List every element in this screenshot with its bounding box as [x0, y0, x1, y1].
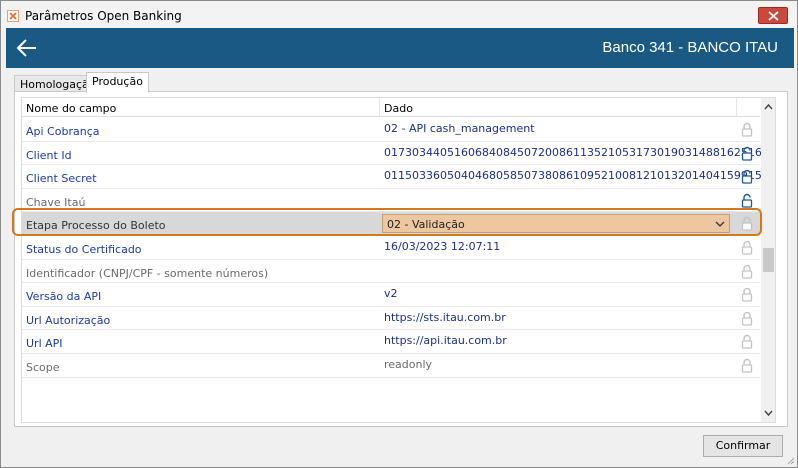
lock-icon[interactable]	[740, 287, 754, 302]
tab-panel: Nome do campo Dado Api Cobrança 02 - API …	[14, 91, 788, 427]
table-row[interactable]: Status do Certificado 16/03/2023 12:07:11	[22, 236, 760, 260]
lock-icon[interactable]	[740, 334, 754, 350]
field-value: 0115033605040468058507380861095210081210…	[384, 169, 776, 183]
scrollbar-thumb[interactable]	[763, 248, 774, 272]
lock-icon[interactable]	[740, 122, 754, 137]
resize-grip-icon[interactable]	[785, 455, 795, 465]
lock-icon[interactable]	[740, 240, 754, 255]
arrow-left-icon[interactable]	[16, 38, 38, 58]
field-name: Chave Itaú	[26, 195, 86, 209]
scroll-down-icon[interactable]	[761, 406, 776, 420]
table-row[interactable]: Api Cobrança 02 - API cash_management	[22, 118, 760, 142]
field-value: 16/03/2023 12:07:11	[384, 240, 501, 253]
field-value: v2	[384, 287, 398, 301]
field-name: Client Secret	[26, 172, 97, 186]
lock-icon[interactable]	[740, 311, 754, 326]
app-logo-icon	[7, 10, 19, 22]
table-row[interactable]: Etapa Processo do Boleto 02 - Validação	[22, 212, 760, 236]
field-name: Etapa Processo do Boleto	[26, 219, 166, 233]
field-name: Url Autorização	[26, 313, 111, 327]
lock-icon[interactable]	[740, 358, 754, 373]
column-header-value: Dado	[384, 102, 413, 115]
title-bar: Parâmetros Open Banking	[1, 1, 797, 31]
field-value: 0173034405160684084507200861135210531730…	[384, 145, 776, 159]
field-name: Api Cobrança	[26, 125, 100, 138]
close-icon[interactable]	[758, 7, 788, 24]
dropdown-selected-value: 02 - Validação	[387, 218, 465, 232]
field-name: Url API	[26, 337, 63, 351]
open-banking-window: Parâmetros Open Banking Banco 341 - BANC…	[0, 0, 798, 468]
window-title: Parâmetros Open Banking	[25, 9, 182, 23]
scroll-up-icon[interactable]	[761, 100, 776, 114]
confirm-button[interactable]: Confirmar	[703, 435, 783, 457]
field-value: 02 - API cash_management	[384, 122, 535, 135]
vertical-scrollbar[interactable]	[761, 98, 776, 422]
bank-title: Banco 341 - BANCO ITAU	[602, 39, 778, 56]
unlock-icon[interactable]	[740, 146, 754, 161]
field-name: Versão da API	[26, 290, 102, 304]
field-name: Client Id	[26, 148, 72, 162]
tab-producao[interactable]: Produção	[86, 72, 149, 93]
column-divider	[736, 98, 737, 117]
field-name: Scope	[26, 361, 60, 374]
field-name: Identificador (CNPJ/CPF - somente número…	[26, 266, 269, 280]
column-divider	[379, 98, 380, 117]
parameters-grid: Nome do campo Dado Api Cobrança 02 - API …	[21, 97, 776, 423]
field-value: https://sts.itau.com.br	[384, 310, 506, 324]
table-row[interactable]: Scope readonly	[22, 354, 760, 378]
grid-header: Nome do campo Dado	[22, 98, 760, 117]
column-header-name: Nome do campo	[26, 102, 117, 115]
table-row[interactable]: Url API https://api.itau.com.br	[22, 330, 760, 354]
lock-icon[interactable]	[740, 216, 754, 232]
table-row[interactable]: Chave Itaú	[22, 189, 760, 213]
field-value: readonly	[384, 358, 433, 371]
unlock-icon[interactable]	[740, 169, 754, 184]
field-name: Status do Certificado	[26, 243, 142, 256]
bank-header: Banco 341 - BANCO ITAU	[6, 28, 794, 68]
lock-icon[interactable]	[740, 264, 754, 279]
unlock-icon[interactable]	[740, 193, 754, 208]
table-row[interactable]: Url Autorização https://sts.itau.com.br	[22, 307, 760, 331]
table-row[interactable]: Client Secret 011503360504046805850738086…	[22, 165, 775, 189]
table-row[interactable]: Identificador (CNPJ/CPF - somente número…	[22, 260, 760, 284]
table-row[interactable]: Client Id 0173034405160684084507200861135…	[22, 142, 775, 166]
etapa-dropdown[interactable]: 02 - Validação	[382, 214, 730, 234]
field-value: https://api.itau.com.br	[384, 334, 507, 348]
chevron-down-icon[interactable]	[715, 220, 725, 228]
table-row[interactable]: Versão da API v2	[22, 283, 760, 307]
